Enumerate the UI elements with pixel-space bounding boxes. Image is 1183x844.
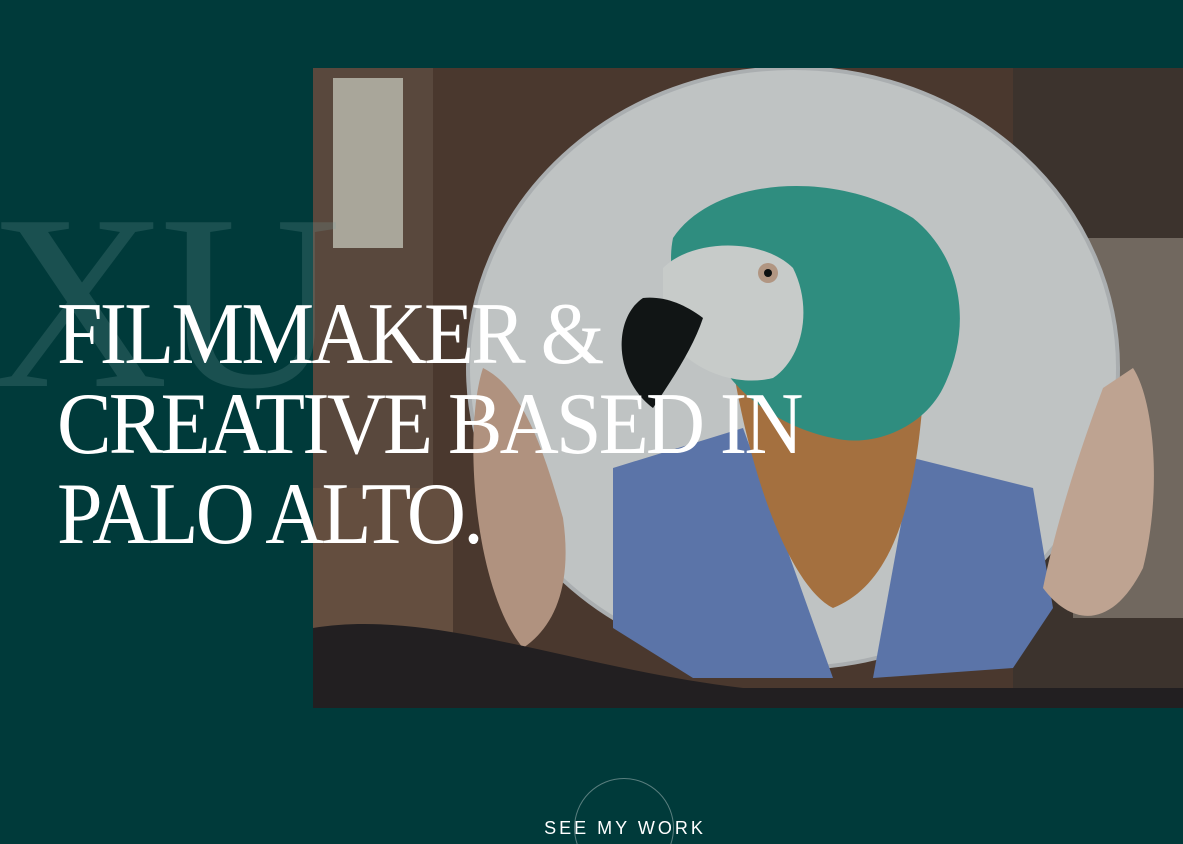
hero-headline: FILMMAKER & CREATIVE BASED IN PALO ALTO.	[57, 286, 803, 563]
see-my-work-button[interactable]: SEE MY WORK	[540, 778, 710, 844]
headline-line-2: CREATIVE BASED IN	[57, 376, 803, 473]
headline-line-3: PALO ALTO.	[57, 466, 484, 563]
headline-line-1: FILMMAKER &	[57, 286, 604, 383]
page: XU FILMMAKER & CREATIVE BASED IN PALO AL…	[0, 0, 1183, 844]
see-my-work-label: SEE MY WORK	[544, 818, 706, 838]
